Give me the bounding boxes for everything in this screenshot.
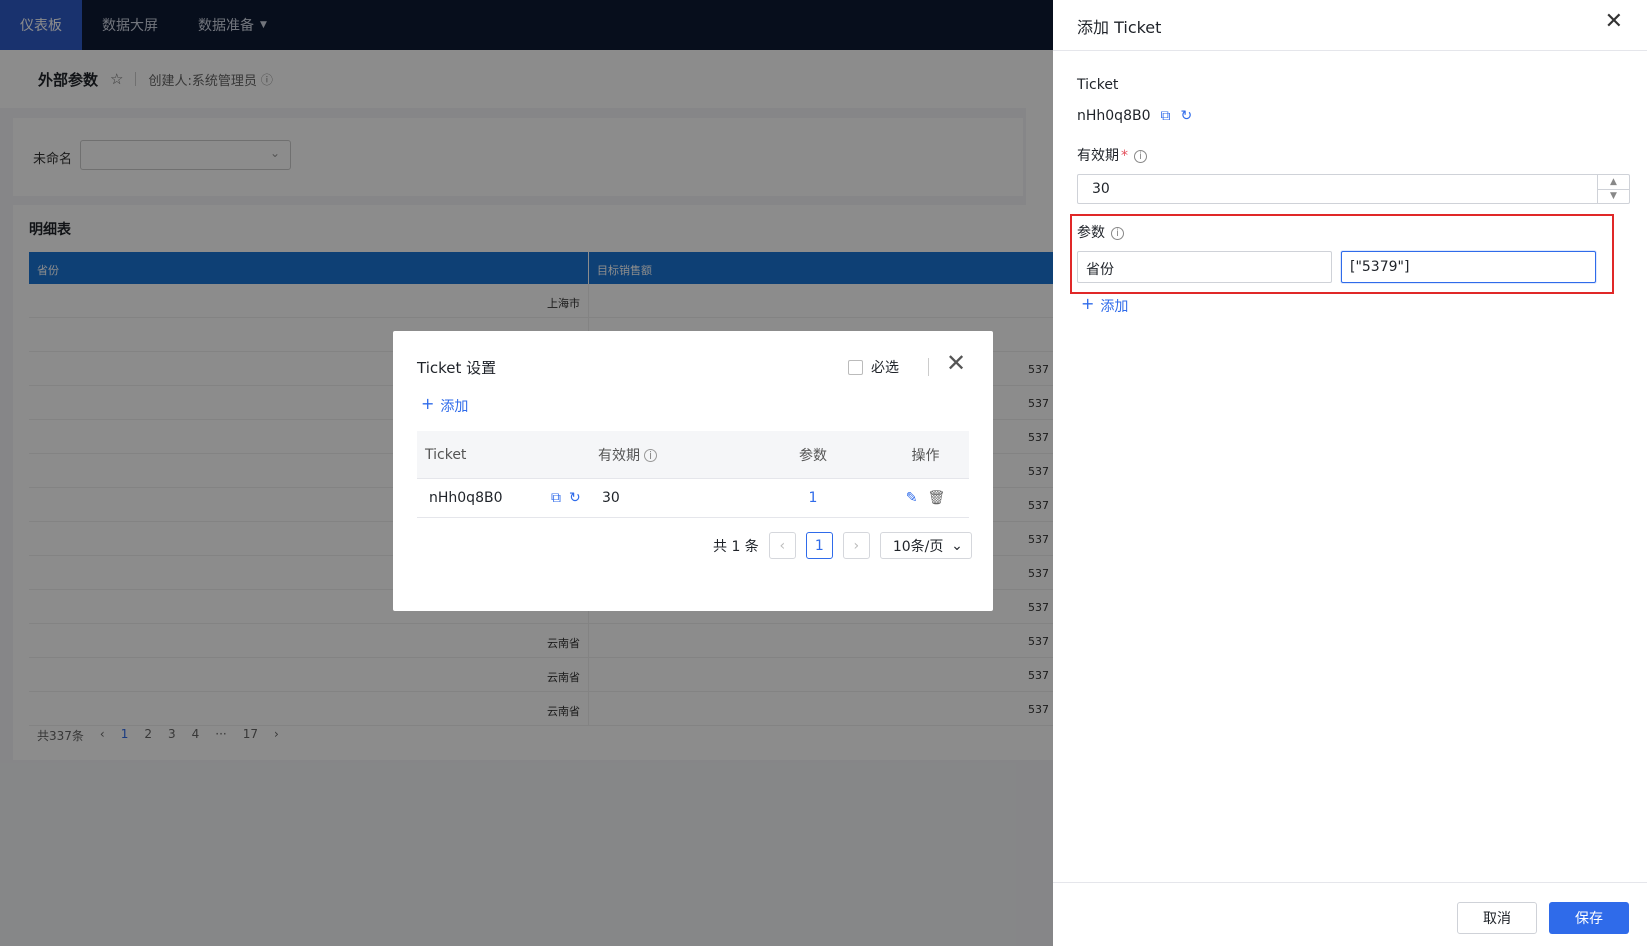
valid-label: 有效期 * i xyxy=(1077,145,1147,165)
edit-icon[interactable]: ✎ xyxy=(906,490,918,506)
param-key-field[interactable]: 省份 xyxy=(1077,251,1332,283)
column-header-ticket: Ticket xyxy=(425,446,467,463)
checkbox[interactable] xyxy=(848,359,863,375)
chevron-down-icon[interactable]: ▼ xyxy=(1598,190,1629,204)
pager-prev[interactable]: ‹ xyxy=(768,532,796,559)
plus-icon: + xyxy=(1081,294,1095,313)
drawer-footer: 取消 保存 xyxy=(1053,882,1647,946)
add-label: 添加 xyxy=(440,399,469,415)
refresh-icon[interactable]: ↻ xyxy=(1181,108,1193,124)
param-label: 参数 i xyxy=(1077,222,1124,242)
ticket-label: Ticket xyxy=(1077,77,1119,93)
cancel-button[interactable]: 取消 xyxy=(1457,902,1537,934)
info-icon: i xyxy=(1134,149,1147,163)
close-icon[interactable]: ✕ xyxy=(946,351,966,375)
column-header-param: 参数 xyxy=(799,447,827,464)
required-checkbox[interactable]: 必选 xyxy=(848,357,899,377)
plus-icon: + xyxy=(421,394,435,413)
add-label: 添加 xyxy=(1100,299,1129,315)
copy-icon[interactable]: ⧉ xyxy=(551,490,561,506)
pager-next[interactable]: › xyxy=(842,532,870,559)
valid-days-input[interactable]: 30 ▲ ▼ xyxy=(1077,174,1630,204)
info-icon: i xyxy=(1111,226,1124,240)
required-mark: * xyxy=(1121,148,1128,164)
ticket-value: nHh0q8B0 xyxy=(429,490,503,506)
page-size-select[interactable]: 10条/页 ⌄ xyxy=(879,532,972,559)
table-row: nHh0q8B0 ⧉ ↻ 30 1 ✎ 🗑 xyxy=(417,479,969,518)
column-header-op: 操作 xyxy=(911,447,940,464)
valid-days-value[interactable]: 30 xyxy=(1078,175,1597,203)
copy-icon[interactable]: ⧉ xyxy=(1161,108,1171,124)
ticket-table: Ticket 有效期 i 参数 操作 nHh0q8B0 ⧉ ↻ 30 1 ✎ 🗑 xyxy=(417,431,969,518)
add-param-button[interactable]: + 添加 xyxy=(1081,296,1128,316)
chevron-down-icon: ⌄ xyxy=(951,537,963,554)
pager-current[interactable]: 1 xyxy=(805,532,833,559)
save-button[interactable]: 保存 xyxy=(1549,902,1629,934)
trash-icon[interactable]: 🗑 xyxy=(927,490,945,506)
close-icon[interactable]: ✕ xyxy=(1605,11,1623,33)
add-ticket-drawer: 添加 Ticket ✕ Ticket nHh0q8B0 ⧉ ↻ 有效期 * i 30… xyxy=(1053,0,1647,946)
column-header-valid: 有效期 i xyxy=(594,445,744,465)
param-count-link[interactable]: 1 xyxy=(744,490,882,506)
param-value-field[interactable]: ["5379"] xyxy=(1341,251,1596,283)
pager-total: 共 1 条 xyxy=(713,538,759,555)
stepper: ▲ ▼ xyxy=(1597,175,1629,203)
op-cell: ✎ 🗑 xyxy=(882,490,969,506)
ticket-value: nHh0q8B0 xyxy=(1077,108,1151,124)
chevron-up-icon[interactable]: ▲ xyxy=(1598,175,1629,190)
add-ticket-button[interactable]: + 添加 xyxy=(421,396,468,416)
ticket-settings-modal: Ticket 设置 必选 ✕ + 添加 Ticket 有效期 i 参数 操作 nH… xyxy=(393,331,993,611)
divider xyxy=(928,358,929,376)
required-label: 必选 xyxy=(871,360,899,376)
drawer-title: 添加 Ticket xyxy=(1077,18,1162,37)
valid-cell: 30 xyxy=(602,490,620,506)
ticket-cell: nHh0q8B0 ⧉ ↻ xyxy=(417,490,594,506)
ticket-value-line: nHh0q8B0 ⧉ ↻ xyxy=(1077,108,1192,124)
refresh-icon[interactable]: ↻ xyxy=(569,490,581,506)
drawer-header: 添加 Ticket ✕ xyxy=(1053,0,1647,51)
modal-title: Ticket 设置 xyxy=(417,359,497,377)
modal-pager: 共 1 条 ‹ 1 › 10条/页 ⌄ xyxy=(713,532,972,559)
table-header: Ticket 有效期 i 参数 操作 xyxy=(417,431,969,479)
info-icon: i xyxy=(644,449,657,462)
